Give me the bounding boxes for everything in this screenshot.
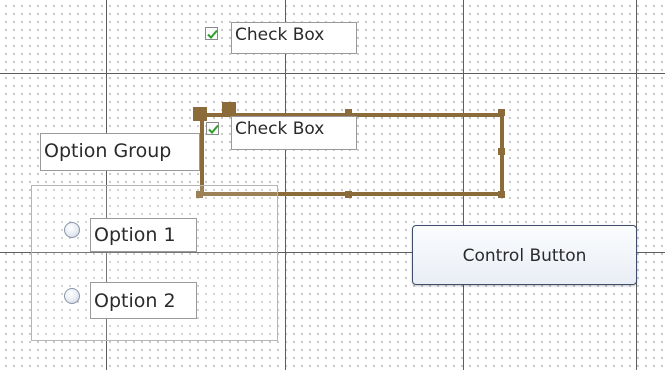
move-handle[interactable] — [193, 107, 207, 121]
checkbox-selected[interactable] — [206, 122, 219, 135]
resize-handle-bottom-right[interactable] — [498, 191, 505, 198]
grid-line-horizontal — [0, 73, 665, 74]
resize-handle-top-right[interactable] — [498, 109, 505, 116]
checkmark-icon — [208, 124, 219, 134]
checkbox-top-label[interactable]: Check Box — [231, 22, 357, 54]
checkbox-selected-label[interactable]: Check Box — [231, 116, 357, 150]
resize-handle-right[interactable] — [498, 148, 505, 155]
option-1-label[interactable]: Option 1 — [90, 218, 197, 252]
control-button[interactable]: Control Button — [412, 225, 637, 285]
resize-handle-top[interactable] — [345, 109, 352, 116]
checkbox-top[interactable] — [205, 27, 218, 40]
radio-button-icon[interactable] — [64, 288, 80, 304]
move-handle[interactable] — [222, 102, 236, 116]
option-2-label[interactable]: Option 2 — [90, 282, 197, 319]
resize-handle-bottom[interactable] — [345, 191, 352, 198]
radio-button-icon[interactable] — [64, 222, 80, 238]
option-group-label[interactable]: Option Group — [40, 133, 200, 171]
checkmark-icon — [207, 29, 218, 39]
grid-line-vertical — [636, 0, 637, 370]
